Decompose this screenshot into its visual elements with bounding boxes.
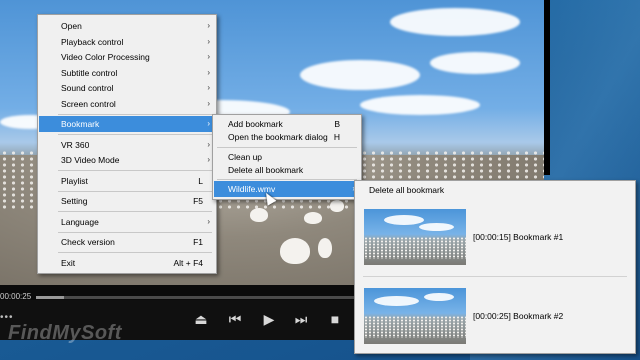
menu-separator <box>58 252 212 253</box>
menu-item-wildlife-file[interactable]: Wildlife.wmv› <box>214 181 360 197</box>
menu-separator <box>58 170 212 171</box>
chevron-right-icon: › <box>207 68 210 77</box>
menu-separator <box>58 134 212 135</box>
list-divider <box>363 276 627 277</box>
menu-item-sound-control[interactable]: Sound control › <box>39 80 215 96</box>
menu-item-check-version[interactable]: Check version F1 <box>39 234 215 250</box>
delete-all-bookmark-item[interactable]: Delete all bookmark <box>369 185 444 195</box>
next-icon[interactable]: ⏭ <box>290 308 312 330</box>
bookmark-thumbnail <box>364 288 466 344</box>
menu-item-open-bookmark-dialog[interactable]: Open the bookmark dialog H <box>214 129 360 145</box>
menu-separator <box>217 147 357 148</box>
menu-item-video-color-processing[interactable]: Video Color Processing › <box>39 49 215 65</box>
bookmark-label: [00:00:15] Bookmark #1 <box>473 232 564 242</box>
chevron-right-icon: › <box>207 155 210 164</box>
bookmark-label: [00:00:25] Bookmark #2 <box>473 311 564 321</box>
chevron-right-icon: › <box>207 37 210 46</box>
stop-icon[interactable]: ■ <box>324 308 346 330</box>
play-icon[interactable]: ▶ <box>258 308 280 330</box>
chevron-right-icon: › <box>207 119 210 128</box>
bookmark-item-2[interactable]: [00:00:25] Bookmark #2 <box>356 278 634 354</box>
menu-separator <box>217 179 357 180</box>
menu-item-language[interactable]: Language › <box>39 214 215 230</box>
menu-separator <box>58 191 212 192</box>
menu-item-bookmark[interactable]: Bookmark › <box>39 116 215 132</box>
menu-item-screen-control[interactable]: Screen control › <box>39 96 215 112</box>
watermark-logo: FindMySoft <box>8 322 122 344</box>
bookmark-submenu: Add bookmark B Open the bookmark dialog H … <box>212 114 362 200</box>
chevron-right-icon: › <box>207 217 210 226</box>
previous-icon[interactable]: ⏮ <box>224 308 246 330</box>
bookmark-item-1[interactable]: [00:00:15] Bookmark #1 <box>356 199 634 275</box>
window-edge <box>544 0 550 175</box>
menu-item-subtitle-control[interactable]: Subtitle control › <box>39 65 215 81</box>
eject-icon[interactable]: ⏏ <box>190 308 212 330</box>
chevron-right-icon: › <box>207 83 210 92</box>
menu-separator <box>58 211 212 212</box>
menu-item-setting[interactable]: Setting F5 <box>39 193 215 209</box>
menu-item-3d-video-mode[interactable]: 3D Video Mode › <box>39 152 215 168</box>
menu-item-exit[interactable]: Exit Alt + F4 <box>39 255 215 271</box>
chevron-right-icon: › <box>207 140 210 149</box>
context-menu: Open › Playback control › Video Color Proc… <box>37 14 217 274</box>
menu-separator <box>58 114 212 115</box>
bookmark-list-panel: Delete all bookmark [00:00:15] Bookmark … <box>354 180 636 354</box>
bookmark-thumbnail <box>364 209 466 265</box>
seek-progress <box>36 296 64 299</box>
menu-item-playback-control[interactable]: Playback control › <box>39 34 215 50</box>
chevron-right-icon: › <box>207 99 210 108</box>
menu-item-vr-360[interactable]: VR 360 › <box>39 137 215 153</box>
chevron-right-icon: › <box>207 21 210 30</box>
menu-separator <box>58 232 212 233</box>
menu-item-playlist[interactable]: Playlist L <box>39 173 215 189</box>
menu-item-delete-all-bookmark[interactable]: Delete all bookmark <box>214 162 360 178</box>
chevron-right-icon: › <box>207 52 210 61</box>
menu-item-open[interactable]: Open › <box>39 18 215 34</box>
